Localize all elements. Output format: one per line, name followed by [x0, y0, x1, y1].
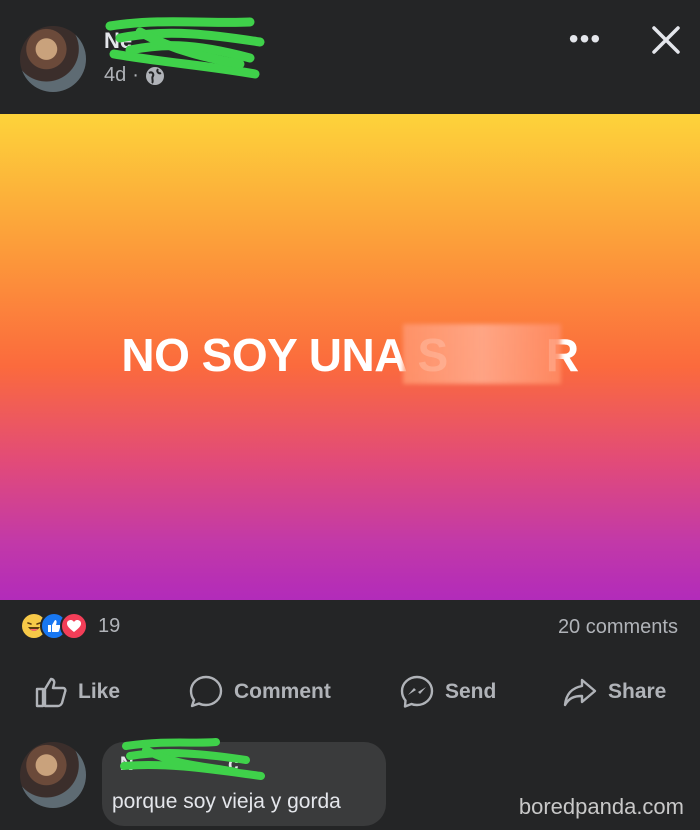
- post-action-bar: Like Comment Send Share: [0, 664, 700, 720]
- share-label: Share: [608, 680, 667, 703]
- comment-button[interactable]: Comment: [188, 664, 331, 720]
- close-button[interactable]: [644, 18, 688, 62]
- post-banner-text: NO SOY UNA S R: [121, 329, 579, 381]
- reaction-count: 19: [98, 614, 121, 637]
- love-reaction-icon: [60, 612, 88, 640]
- send-label: Send: [445, 680, 497, 703]
- comment-label: Comment: [234, 680, 331, 703]
- post-background-banner: NO SOY UNA S R: [0, 114, 700, 600]
- post-meta: 4d ·: [104, 64, 165, 87]
- like-button[interactable]: Like: [34, 664, 120, 720]
- comment-text: porque soy vieja y gorda: [112, 790, 341, 813]
- author-avatar[interactable]: [20, 26, 86, 92]
- commenter-name-redaction-scribble: [120, 738, 265, 780]
- commenter-avatar[interactable]: [20, 742, 86, 808]
- post-timestamp: 4d: [104, 64, 127, 86]
- comment-icon: [189, 675, 223, 708]
- like-label: Like: [78, 680, 121, 703]
- close-icon: [652, 26, 680, 54]
- send-button[interactable]: Send: [399, 664, 496, 720]
- messenger-icon: [400, 675, 434, 708]
- meta-separator: ·: [132, 64, 139, 86]
- globe-icon: [145, 66, 164, 85]
- more-options-button[interactable]: •••: [565, 22, 605, 56]
- reactions-summary[interactable]: 19: [20, 612, 120, 640]
- share-button[interactable]: Share: [562, 664, 666, 720]
- text-censor-blur: [403, 324, 561, 384]
- thumbs-up-icon: [35, 677, 67, 708]
- share-arrow-icon: [563, 678, 597, 707]
- source-watermark: boredpanda.com: [518, 794, 684, 819]
- comments-count-link[interactable]: 20 comments: [558, 616, 678, 639]
